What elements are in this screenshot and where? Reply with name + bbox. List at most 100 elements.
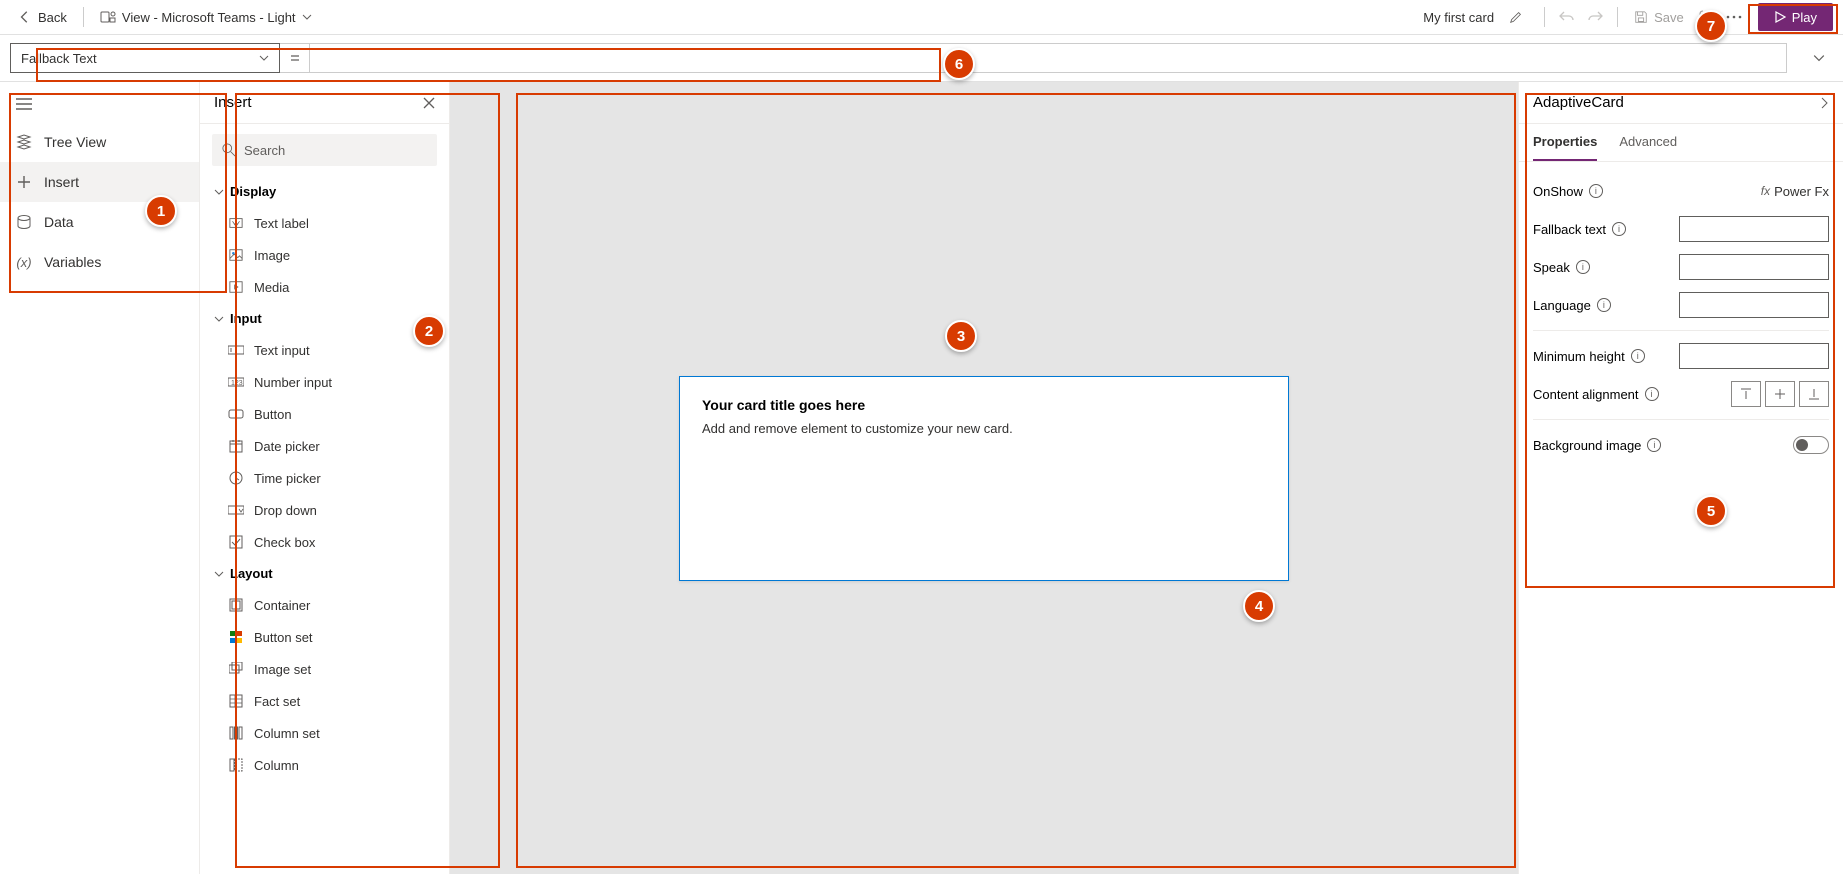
hamburger-button[interactable]	[0, 86, 199, 122]
card-title-label: My first card	[1423, 10, 1494, 25]
info-icon[interactable]: i	[1576, 260, 1590, 274]
info-icon[interactable]: i	[1589, 184, 1603, 198]
rail-label: Data	[44, 214, 74, 230]
insert-item-label: Check box	[254, 535, 315, 550]
prop-background-image: Background imagei	[1533, 426, 1829, 464]
button-set-icon	[228, 629, 244, 645]
adaptive-card-preview[interactable]: Your card title goes here Add and remove…	[679, 376, 1289, 581]
insert-fact-set[interactable]: Fact set	[200, 685, 449, 717]
formula-input[interactable]	[310, 43, 1787, 73]
align-top-button[interactable]	[1731, 381, 1761, 407]
card-preview-title: Your card title goes here	[702, 397, 1266, 413]
insert-date-picker[interactable]: Date picker	[200, 430, 449, 462]
group-input[interactable]: Input	[200, 303, 449, 334]
tree-view-icon	[16, 134, 32, 150]
search-input[interactable]: Search	[212, 134, 437, 166]
time-picker-icon	[228, 470, 244, 486]
arrow-left-icon	[18, 10, 32, 24]
callout-4: 4	[1243, 590, 1275, 622]
back-label: Back	[38, 10, 67, 25]
insert-drop-down[interactable]: Drop down	[200, 494, 449, 526]
column-icon	[228, 757, 244, 773]
insert-item-label: Column set	[254, 726, 320, 741]
insert-item-label: Fact set	[254, 694, 300, 709]
chevron-right-icon[interactable]	[1819, 97, 1829, 109]
chevron-down-icon	[214, 569, 224, 579]
group-layout[interactable]: Layout	[200, 558, 449, 589]
fx-icon: fx	[1761, 184, 1770, 198]
align-middle-button[interactable]	[1765, 381, 1795, 407]
svg-text:123: 123	[231, 380, 243, 387]
formula-expand-button[interactable]	[1805, 44, 1833, 72]
info-icon[interactable]: i	[1645, 387, 1659, 401]
insert-text-label[interactable]: Text label	[200, 207, 449, 239]
insert-item-label: Image	[254, 248, 290, 263]
insert-button[interactable]: Button	[200, 398, 449, 430]
save-button[interactable]: Save	[1626, 10, 1692, 25]
top-toolbar: Back View - Microsoft Teams - Light My f…	[0, 0, 1843, 35]
insert-button-set[interactable]: Button set	[200, 621, 449, 653]
insert-time-picker[interactable]: Time picker	[200, 462, 449, 494]
undo-button[interactable]	[1553, 3, 1581, 31]
insert-image[interactable]: Image	[200, 239, 449, 271]
insert-media[interactable]: Media	[200, 271, 449, 303]
background-image-toggle[interactable]	[1793, 436, 1829, 454]
image-set-icon	[228, 661, 244, 677]
number-input-icon: 123	[228, 374, 244, 390]
insert-check-box[interactable]: Check box	[200, 526, 449, 558]
close-icon[interactable]	[423, 97, 435, 109]
fact-set-icon	[228, 693, 244, 709]
insert-item-label: Container	[254, 598, 310, 613]
fallback-text-input[interactable]	[1679, 216, 1829, 242]
insert-number-input[interactable]: 123 Number input	[200, 366, 449, 398]
align-bottom-button[interactable]	[1799, 381, 1829, 407]
info-icon[interactable]: i	[1631, 349, 1645, 363]
divider	[1617, 7, 1618, 27]
callout-7: 7	[1695, 10, 1727, 42]
view-selector[interactable]: View - Microsoft Teams - Light	[92, 5, 320, 29]
view-label: View - Microsoft Teams - Light	[122, 10, 296, 25]
insert-image-set[interactable]: Image set	[200, 653, 449, 685]
variables-icon: (x)	[16, 254, 32, 270]
speak-input[interactable]	[1679, 254, 1829, 280]
save-label: Save	[1654, 10, 1684, 25]
insert-panel: Insert Search Display Text label Image M…	[200, 82, 450, 874]
insert-item-label: Button set	[254, 630, 313, 645]
min-height-input[interactable]	[1679, 343, 1829, 369]
insert-text-input[interactable]: Text input	[200, 334, 449, 366]
insert-container[interactable]: Container	[200, 589, 449, 621]
tab-advanced[interactable]: Advanced	[1619, 124, 1677, 161]
column-set-icon	[228, 725, 244, 741]
callout-6: 6	[943, 48, 975, 80]
play-label: Play	[1792, 10, 1817, 25]
formula-property-selector[interactable]: Fallback Text	[10, 43, 280, 73]
properties-header-label: AdaptiveCard	[1533, 94, 1624, 111]
prop-label: Speak	[1533, 260, 1570, 275]
button-icon	[228, 406, 244, 422]
info-icon[interactable]: i	[1597, 298, 1611, 312]
group-display[interactable]: Display	[200, 176, 449, 207]
info-icon[interactable]: i	[1647, 438, 1661, 452]
prop-label: OnShow	[1533, 184, 1583, 199]
prop-language: Languagei	[1533, 286, 1829, 324]
edit-icon[interactable]	[1502, 3, 1530, 31]
rail-item-variables[interactable]: (x) Variables	[0, 242, 199, 282]
chevron-down-icon	[259, 53, 269, 63]
prop-label: Minimum height	[1533, 349, 1625, 364]
prop-onshow: OnShowi fx Power Fx	[1533, 172, 1829, 210]
canvas[interactable]: Your card title goes here Add and remove…	[450, 82, 1518, 874]
divider	[83, 7, 84, 27]
play-button[interactable]: Play	[1758, 3, 1833, 31]
redo-button[interactable]	[1581, 3, 1609, 31]
group-label: Layout	[230, 566, 273, 581]
rail-item-insert[interactable]: Insert	[0, 162, 199, 202]
container-icon	[228, 597, 244, 613]
language-input[interactable]	[1679, 292, 1829, 318]
back-button[interactable]: Back	[10, 6, 75, 29]
tab-properties[interactable]: Properties	[1533, 124, 1597, 161]
rail-item-tree-view[interactable]: Tree View	[0, 122, 199, 162]
insert-column[interactable]: Column	[200, 749, 449, 781]
insert-column-set[interactable]: Column set	[200, 717, 449, 749]
powerfx-label[interactable]: Power Fx	[1774, 184, 1829, 199]
info-icon[interactable]: i	[1612, 222, 1626, 236]
